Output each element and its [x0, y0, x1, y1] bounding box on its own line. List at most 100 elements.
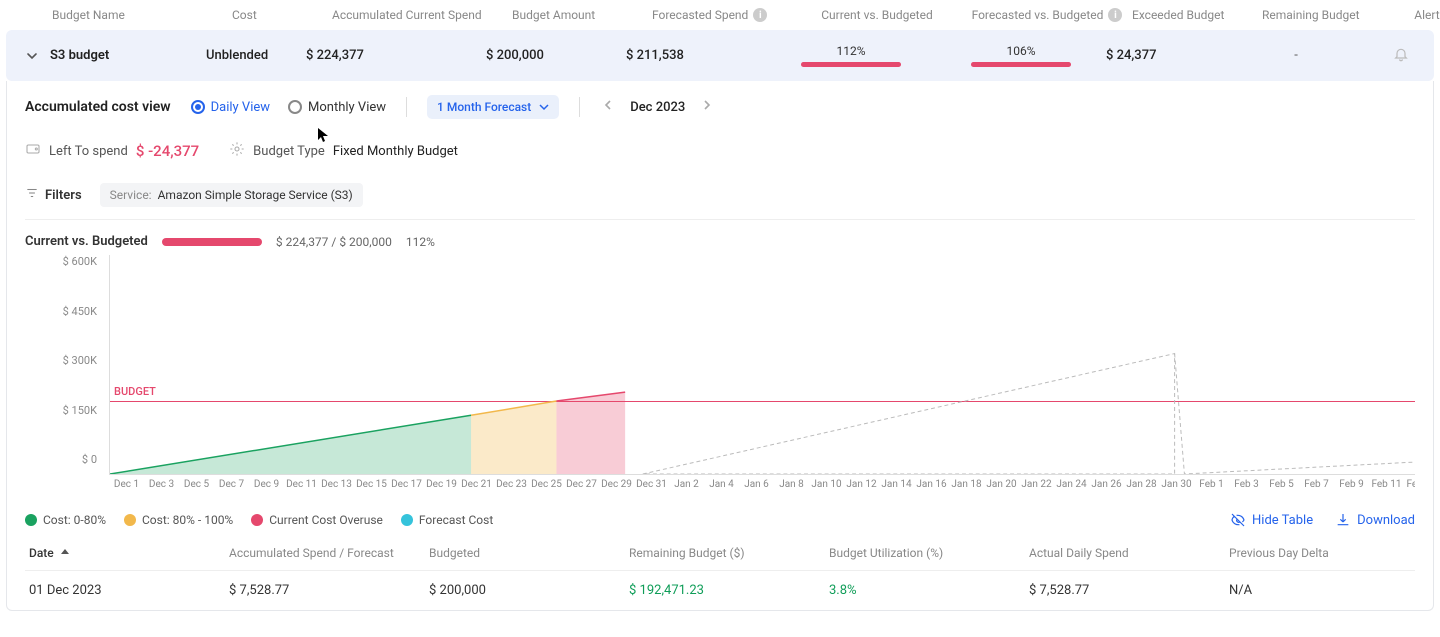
cell-date: 01 Dec 2023 [29, 583, 229, 598]
col-current-vs[interactable]: Current vs. Budgeted [792, 8, 962, 22]
next-month-button[interactable] [699, 97, 715, 117]
x-tick: Feb 3 [1229, 479, 1264, 490]
filters-text: Filters [45, 188, 82, 203]
left-to-spend-label: Left To spend [49, 144, 128, 159]
left-to-spend-value: $ -24,377 [136, 142, 199, 160]
col-accum-spend[interactable]: Accumulated Current Spend [332, 8, 512, 22]
x-tick: Jan 28 [1124, 479, 1159, 490]
monthly-view-radio[interactable]: Monthly View [288, 100, 386, 115]
x-tick: Feb 1 [1194, 479, 1229, 490]
detail-table-header: Date Accumulated Spend / Forecast Budget… [25, 536, 1415, 571]
y-tick: $ 150K [25, 404, 97, 417]
x-tick: Jan 14 [879, 479, 914, 490]
x-tick: Feb 11 [1369, 479, 1404, 490]
chevron-down-icon[interactable] [26, 50, 38, 62]
x-tick: Jan 26 [1089, 479, 1124, 490]
x-tick: Jan 8 [774, 479, 809, 490]
forecasted-spend-value: $ 211,538 [626, 48, 766, 63]
legend-swatch-icon [251, 514, 263, 526]
cost-value: Unblended [206, 48, 306, 63]
cursor-icon [318, 128, 330, 142]
divider [406, 97, 407, 117]
month-label: Dec 2023 [630, 100, 685, 115]
col-budgeted[interactable]: Budgeted [429, 546, 629, 560]
col-budget-amount[interactable]: Budget Amount [512, 8, 652, 22]
divider [579, 97, 580, 117]
x-tick: Dec 5 [179, 479, 214, 490]
forecast-vs-cell: 106% [936, 44, 1106, 67]
monthly-view-label: Monthly View [308, 100, 386, 115]
forecast-dropdown[interactable]: 1 Month Forecast [427, 95, 559, 119]
daily-view-radio[interactable]: Daily View [191, 100, 270, 115]
cell-delta: N/A [1229, 583, 1429, 598]
x-tick: Jan 30 [1159, 479, 1194, 490]
col-alert[interactable]: Alert [1382, 8, 1440, 22]
x-tick: Jan 22 [1019, 479, 1054, 490]
col-date-label: Date [29, 546, 54, 560]
col-accum[interactable]: Accumulated Spend / Forecast [229, 546, 429, 560]
budget-row[interactable]: S3 budget Unblended $ 224,377 $ 200,000 … [6, 30, 1434, 81]
col-delta[interactable]: Previous Day Delta [1229, 546, 1429, 560]
col-date[interactable]: Date [29, 546, 229, 560]
x-tick: Dec 13 [319, 479, 354, 490]
budget-type: Budget Type Fixed Monthly Budget [229, 141, 458, 161]
remaining-value: - [1236, 48, 1356, 63]
x-tick: Dec 21 [459, 479, 494, 490]
x-tick: Jan 6 [739, 479, 774, 490]
legend-label: Cost: 80% - 100% [142, 513, 233, 527]
x-tick: Dec 11 [284, 479, 319, 490]
col-actual[interactable]: Actual Daily Spend [1029, 546, 1229, 560]
current-vs-cell: 112% [766, 44, 936, 67]
current-vs-pct: 112% [836, 44, 865, 58]
progress-bar [801, 62, 901, 67]
cell-actual: $ 7,528.77 [1029, 583, 1229, 598]
legend-label: Current Cost Overuse [269, 513, 383, 527]
accum-spend-value: $ 224,377 [306, 48, 486, 63]
col-cost[interactable]: Cost [232, 8, 332, 22]
legend-item[interactable]: Cost: 0-80% [25, 513, 106, 527]
x-tick: Dec 1 [109, 479, 144, 490]
prev-month-button[interactable] [600, 97, 616, 117]
filter-value: Amazon Simple Storage Service (S3) [158, 188, 353, 202]
col-forecasted-spend[interactable]: Forecasted Spend i [652, 8, 792, 22]
x-axis-labels: Dec 1Dec 3Dec 5Dec 7Dec 9Dec 11Dec 13Dec… [109, 479, 1415, 490]
col-remaining[interactable]: Remaining Budget [1262, 8, 1382, 22]
plot-area[interactable]: BUDGET [109, 255, 1415, 475]
download-icon [1335, 512, 1351, 528]
legend-item[interactable]: Cost: 80% - 100% [124, 513, 233, 527]
col-forecast-vs[interactable]: Forecasted vs. Budgeted i [962, 8, 1132, 22]
y-tick: $ 600K [25, 255, 97, 268]
chart-legend: Cost: 0-80% Cost: 80% - 100% Current Cost … [25, 513, 493, 527]
daily-view-label: Daily View [211, 100, 270, 115]
info-icon[interactable]: i [753, 8, 767, 22]
info-icon[interactable]: i [1108, 8, 1122, 22]
hide-table-button[interactable]: Hide Table [1230, 512, 1313, 528]
col-util[interactable]: Budget Utilization (%) [829, 546, 1029, 560]
download-button[interactable]: Download [1335, 512, 1415, 528]
sort-asc-icon [60, 548, 70, 558]
progress-bar [971, 62, 1071, 67]
x-tick: Dec 9 [249, 479, 284, 490]
legend-item[interactable]: Current Cost Overuse [251, 513, 383, 527]
radio-dot-icon [191, 100, 205, 114]
bell-icon[interactable] [1393, 51, 1409, 66]
legend-swatch-icon [25, 514, 37, 526]
x-tick: Jan 16 [914, 479, 949, 490]
col-budget-name[interactable]: Budget Name [52, 8, 232, 22]
table-row: 01 Dec 2023 $ 7,528.77 $ 200,000 $ 192,4… [25, 571, 1415, 610]
x-tick: Jan 2 [669, 479, 704, 490]
y-tick: $ 300K [25, 354, 97, 367]
x-tick: Jan 18 [949, 479, 984, 490]
wallet-icon [25, 141, 41, 161]
x-tick: Jan 20 [984, 479, 1019, 490]
left-to-spend: Left To spend $ -24,377 [25, 141, 199, 161]
col-forecasted-spend-label: Forecasted Spend [652, 8, 748, 22]
col-exceeded[interactable]: Exceeded Budget [1132, 8, 1262, 22]
col-remaining[interactable]: Remaining Budget ($) [629, 546, 829, 560]
budget-amount-value: $ 200,000 [486, 48, 626, 63]
forecast-label: 1 Month Forecast [437, 100, 531, 114]
chart-svg [110, 255, 1415, 474]
x-tick: Feb 7 [1299, 479, 1334, 490]
legend-item[interactable]: Forecast Cost [401, 513, 493, 527]
filter-chip-service[interactable]: Service: Amazon Simple Storage Service (… [100, 183, 363, 207]
